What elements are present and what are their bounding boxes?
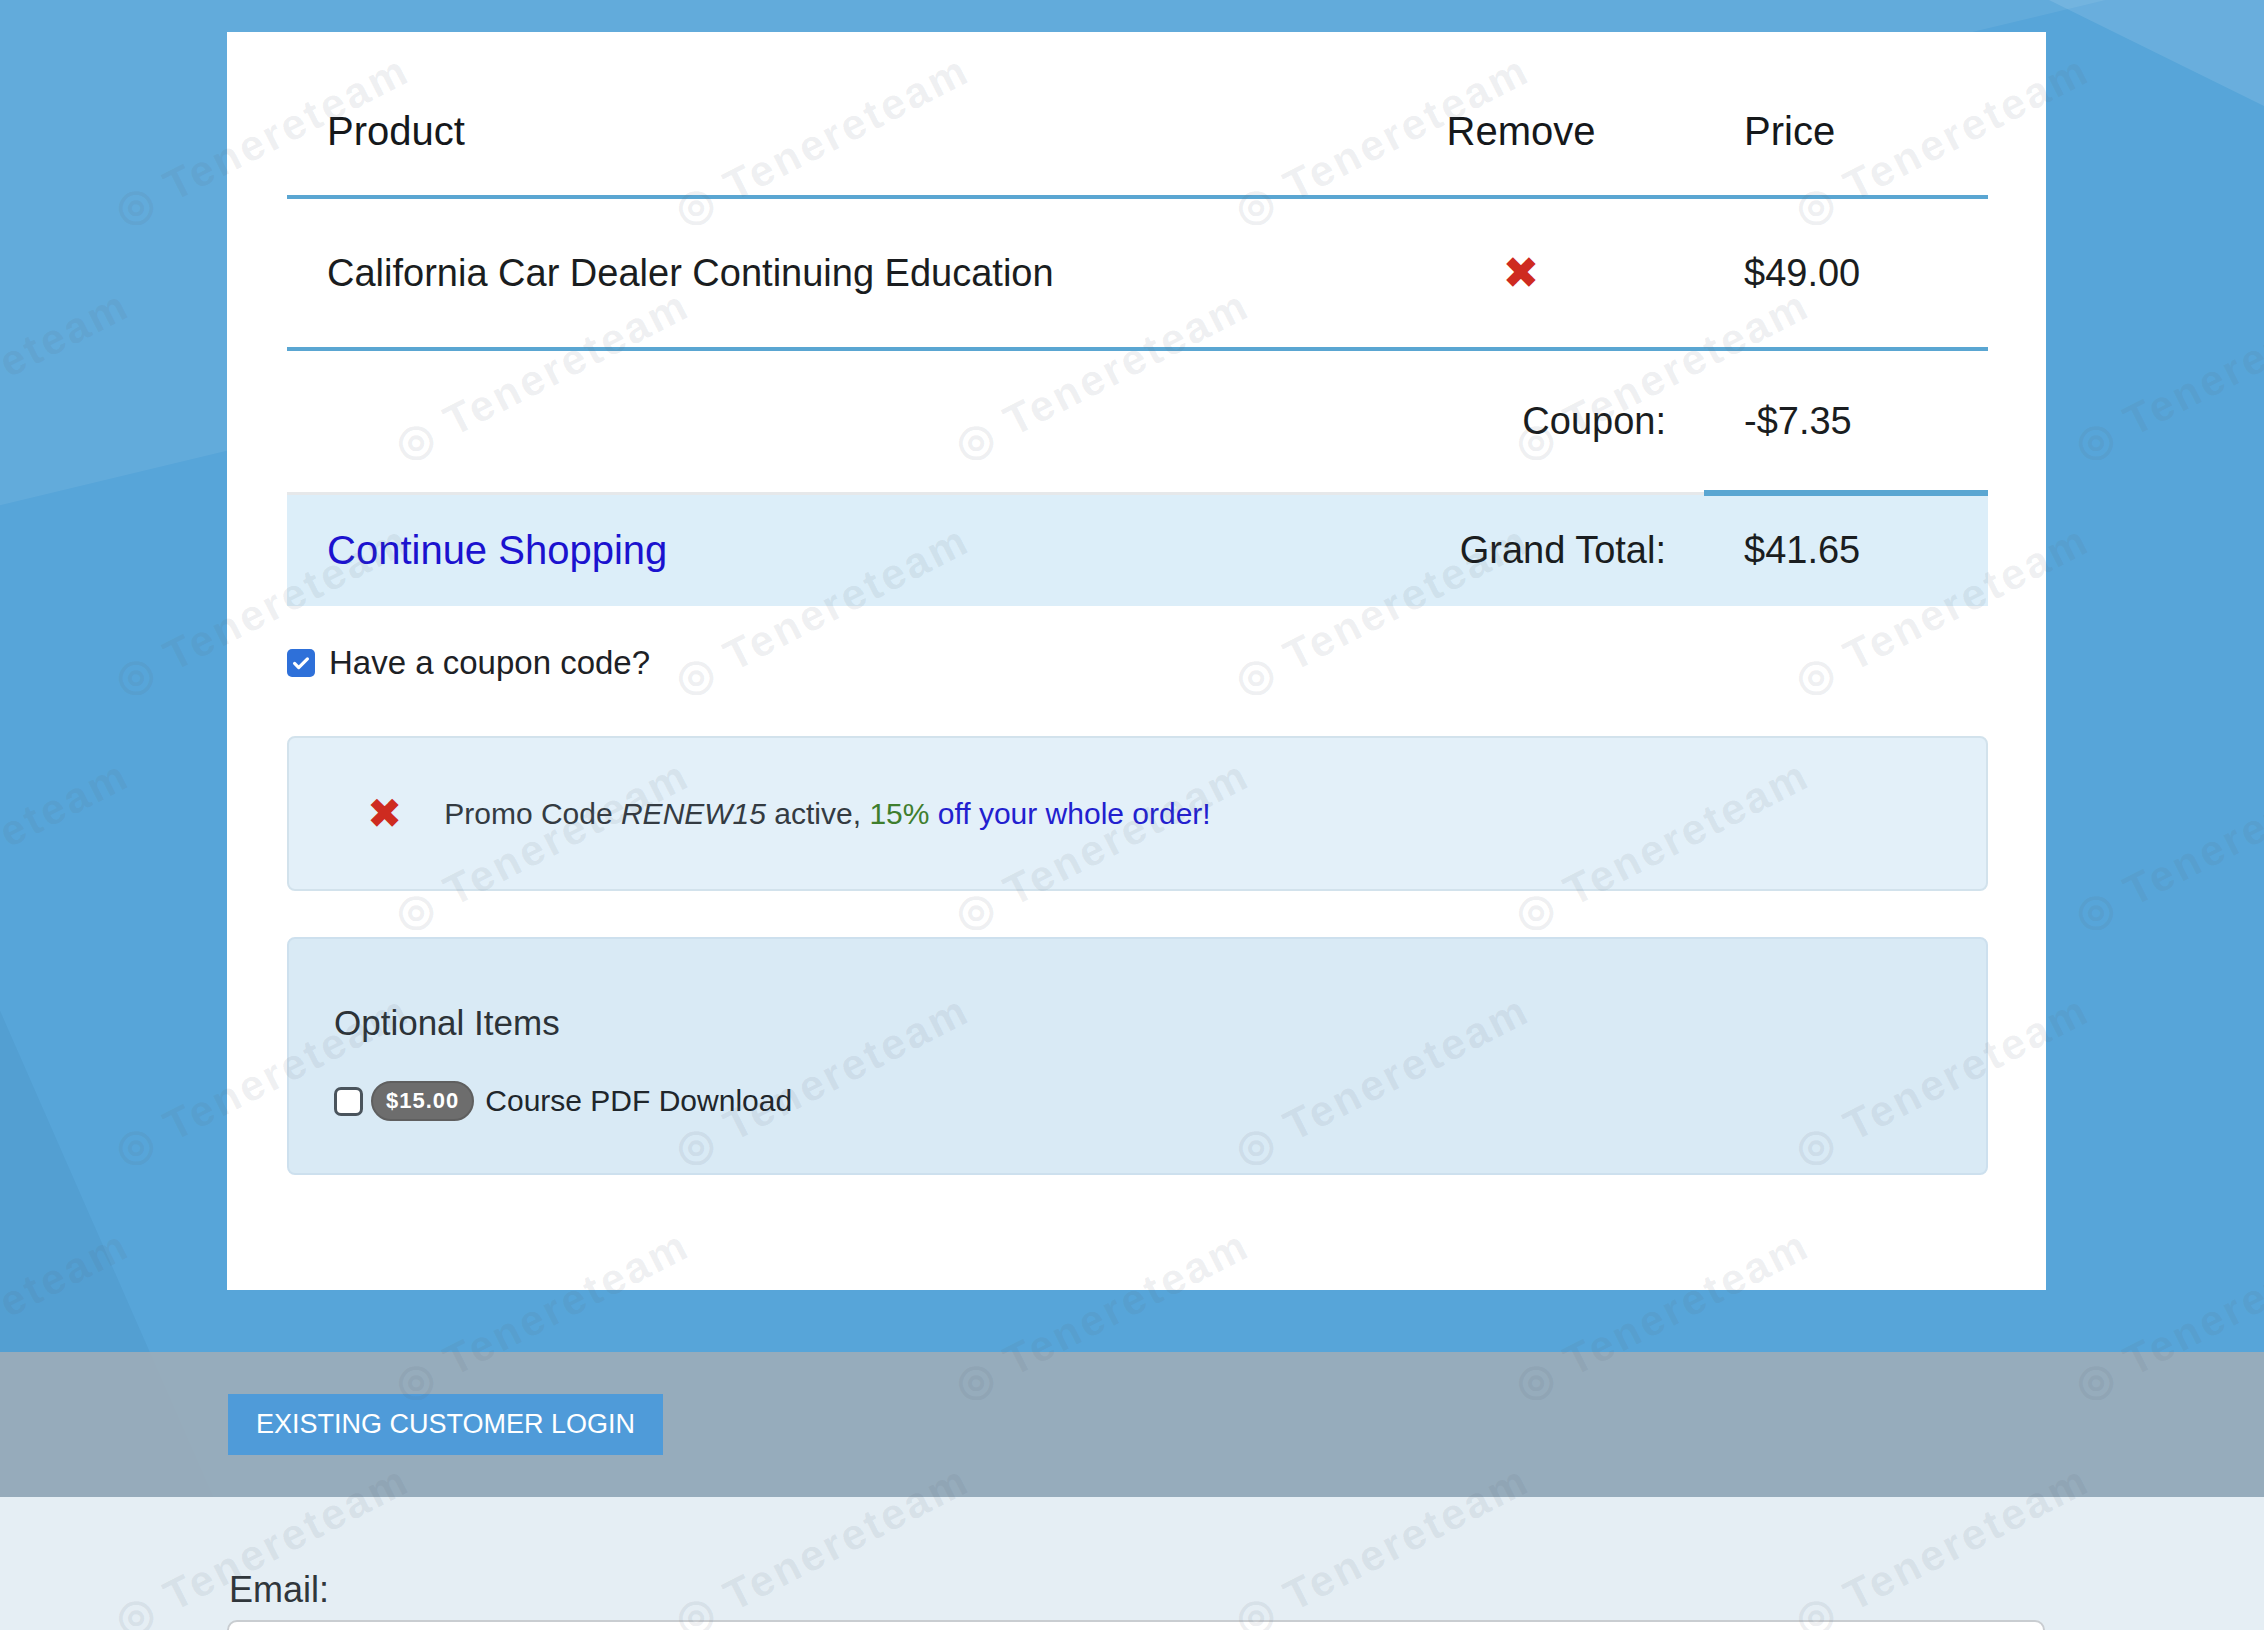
watermark-text: ◎ Tenereteam [0, 0, 137, 1]
cart-table-header: Product Remove Price [287, 68, 1988, 199]
item-price: $49.00 [1666, 252, 1988, 295]
watermark-text: ◎ Tenereteam [2066, 279, 2264, 470]
watermark-text: ◎ Tenereteam [386, 0, 697, 1]
header-product: Product [287, 109, 1376, 154]
coupon-label: Coupon: [1376, 400, 1666, 443]
checkout-page: Product Remove Price California Car Deal… [0, 0, 2264, 1630]
email-label: Email: [229, 1569, 329, 1611]
optional-items-title: Optional Items [334, 1001, 1986, 1045]
promo-code-box: ✖ Promo Code RENEW15 active, 15% off you… [287, 736, 1988, 891]
product-name: California Car Dealer Continuing Educati… [287, 252, 1376, 295]
watermark-text: ◎ Tenereteam [2066, 0, 2264, 1]
coupon-checkbox-checked[interactable] [287, 649, 315, 677]
login-band: EXISTING CUSTOMER LOGIN [0, 1352, 2264, 1497]
coupon-value: -$7.35 [1666, 400, 1988, 443]
coupon-row: Coupon: -$7.35 [287, 351, 1988, 495]
continue-shopping-link[interactable]: Continue Shopping [327, 528, 667, 572]
watermark-text: ◎ Tenereteam [1506, 0, 1817, 1]
promo-percent: 15% [869, 797, 929, 830]
have-coupon-label[interactable]: Have a coupon code? [329, 644, 650, 682]
watermark-text: ◎ Tenereteam [0, 749, 137, 940]
watermark-text: ◎ Tenereteam [2066, 749, 2264, 940]
existing-customer-login-button[interactable]: EXISTING CUSTOMER LOGIN [228, 1394, 663, 1455]
header-remove: Remove [1376, 109, 1666, 154]
optional-item-price-badge: $15.00 [371, 1081, 474, 1121]
email-input[interactable] [227, 1620, 2045, 1630]
cart-card: Product Remove Price California Car Deal… [227, 32, 2046, 1290]
optional-item-label: Course PDF Download [485, 1084, 792, 1118]
remove-promo-icon[interactable]: ✖ [367, 793, 402, 835]
checkmark-icon [290, 652, 312, 674]
grand-total-row: Continue Shopping Grand Total: $41.65 [287, 495, 1988, 606]
have-coupon-checkbox-row[interactable]: Have a coupon code? [287, 644, 1988, 682]
header-price: Price [1666, 109, 1988, 154]
optional-item-row[interactable]: $15.00 Course PDF Download [334, 1081, 1986, 1121]
email-section: Email: [0, 1497, 2264, 1630]
cart-item-row: California Car Dealer Continuing Educati… [287, 199, 1988, 351]
watermark-text: ◎ Tenereteam [946, 0, 1257, 1]
promo-code-text: RENEW15 [621, 797, 766, 830]
remove-item-icon[interactable]: ✖ [1503, 251, 1540, 295]
grand-total-label: Grand Total: [1376, 529, 1666, 572]
optional-item-checkbox[interactable] [334, 1087, 363, 1116]
price-column-divider [1704, 490, 1988, 496]
promo-suffix: off your whole order! [929, 797, 1210, 830]
optional-items-box: Optional Items $15.00 Course PDF Downloa… [287, 937, 1988, 1175]
grand-total-value: $41.65 [1666, 529, 1988, 572]
promo-message: Promo Code RENEW15 active, 15% off your … [444, 797, 1210, 831]
watermark-text: ◎ Tenereteam [0, 279, 137, 470]
